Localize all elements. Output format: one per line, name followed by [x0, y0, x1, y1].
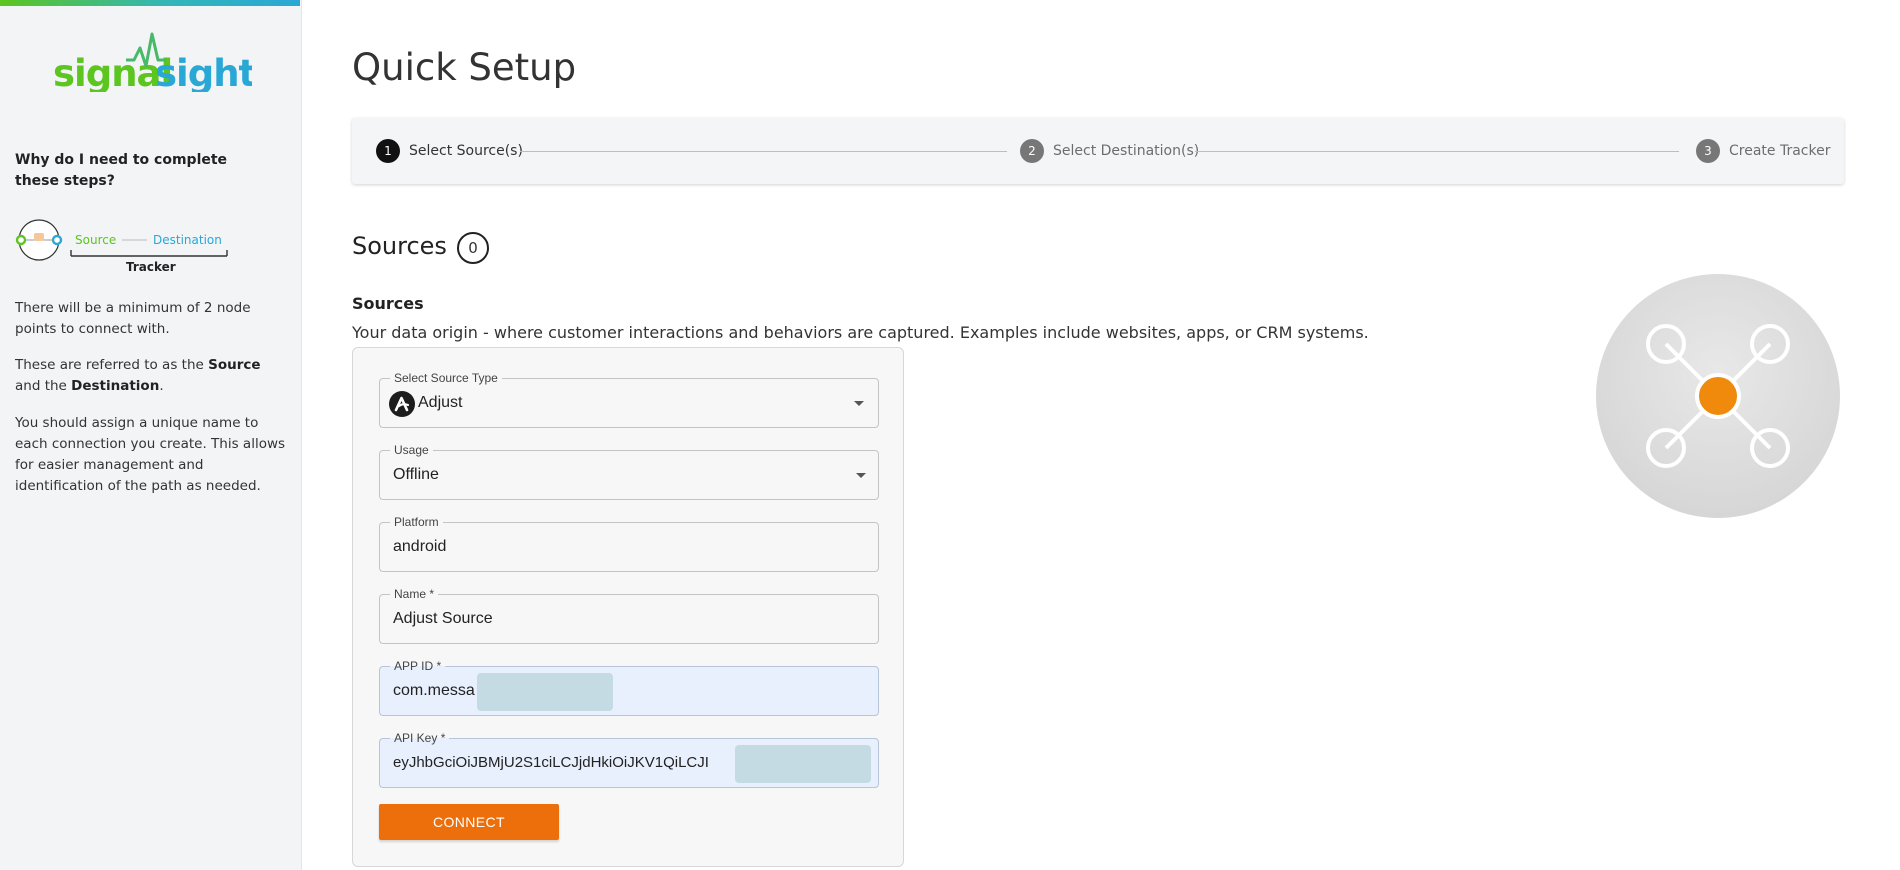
- source-destination-tracker-diagram: Source Destination Tracker: [15, 219, 228, 274]
- step-number: 2: [1020, 139, 1044, 163]
- step-select-sources[interactable]: 1 Select Source(s): [376, 139, 523, 163]
- step-number: 3: [1696, 139, 1720, 163]
- app-id-field[interactable]: APP ID * com.messa: [379, 659, 879, 716]
- sidebar-heading: Why do I need to complete these steps?: [15, 152, 228, 189]
- platform-field[interactable]: Platform android: [379, 515, 879, 572]
- brand-gradient-bar: [0, 0, 300, 6]
- name-value: Adjust Source: [393, 610, 493, 627]
- sidebar-paragraph-min-nodes: There will be a minimum of 2 node points…: [15, 300, 251, 337]
- platform-value: android: [393, 538, 447, 555]
- step-connector: [520, 151, 1007, 152]
- step-number: 1: [376, 139, 400, 163]
- sources-section-title: Sources: [352, 232, 447, 260]
- step-label: Create Tracker: [1729, 143, 1831, 159]
- field-label: Usage: [390, 443, 433, 457]
- sources-subheading: Sources: [352, 294, 424, 313]
- api-key-field[interactable]: API Key * eyJhbGciOiJBMjU2S1ciLCJjdHkiOi…: [379, 731, 879, 788]
- redaction-mask: [477, 673, 613, 711]
- chevron-down-icon[interactable]: [856, 473, 866, 478]
- source-term: Source: [208, 357, 261, 373]
- step-label: Select Source(s): [409, 143, 523, 159]
- app-id-value: com.messa: [393, 682, 475, 699]
- step-select-destinations[interactable]: 2 Select Destination(s): [1020, 139, 1199, 163]
- usage-value: Offline: [393, 466, 439, 483]
- source-form-card: Select Source Type Adjust Usage Offline …: [352, 347, 904, 867]
- source-type-select[interactable]: Select Source Type Adjust: [379, 371, 879, 428]
- signalsight-logo[interactable]: signal sight: [52, 30, 252, 92]
- network-hub-illustration: [1596, 274, 1840, 518]
- step-connector: [1195, 151, 1679, 152]
- field-label: APP ID *: [390, 659, 446, 673]
- diagram-source-label: Source: [75, 233, 116, 247]
- sources-description: Your data origin - where customer intera…: [352, 323, 1369, 342]
- name-field[interactable]: Name * Adjust Source: [379, 587, 879, 644]
- setup-stepper: 1 Select Source(s) 2 Select Destination(…: [352, 118, 1844, 184]
- step-create-tracker[interactable]: 3 Create Tracker: [1696, 139, 1830, 163]
- redaction-mask: [735, 745, 871, 783]
- sidebar-paragraph-unique-name: You should assign a unique name to each …: [15, 415, 286, 494]
- diagram-destination-label: Destination: [153, 233, 222, 247]
- chevron-down-icon[interactable]: [854, 401, 864, 406]
- usage-select[interactable]: Usage Offline: [379, 443, 879, 500]
- step-label: Select Destination(s): [1053, 143, 1200, 159]
- connect-button[interactable]: CONNECT: [379, 804, 559, 840]
- source-type-value: Adjust: [418, 394, 463, 411]
- field-label: Select Source Type: [390, 371, 502, 385]
- diagram-tracker-label: Tracker: [126, 260, 176, 274]
- field-label: API Key *: [390, 731, 450, 745]
- page-title: Quick Setup: [352, 46, 577, 89]
- field-label: Name *: [390, 587, 439, 601]
- field-label: Platform: [390, 515, 443, 529]
- svg-text:sight: sight: [155, 52, 252, 92]
- adjust-logo-icon: [389, 391, 415, 417]
- sidebar-paragraph-source-destination: These are referred to as the Source and …: [15, 357, 261, 394]
- api-key-value: eyJhbGciOiJBMjU2S1ciLCJjdHkiOiJKV1QiLCJI: [393, 754, 709, 771]
- destination-term: Destination: [71, 378, 160, 394]
- sidebar: signal sight Why do I need to complete t…: [0, 0, 302, 870]
- sources-count-badge: 0: [457, 232, 489, 264]
